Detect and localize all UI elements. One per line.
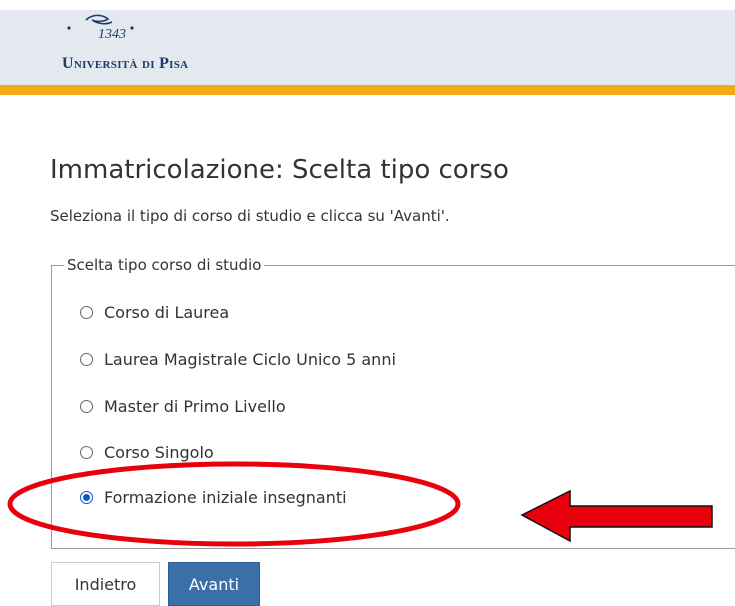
option-corso-di-laurea[interactable]: Corso di Laurea	[80, 303, 229, 322]
option-master-primo-livello[interactable]: Master di Primo Livello	[80, 397, 286, 416]
instruction-text: Seleziona il tipo di corso di studio e c…	[50, 207, 450, 225]
university-header: 1343 Università di Pisa	[0, 10, 735, 85]
option-label: Laurea Magistrale Ciclo Unico 5 anni	[104, 350, 396, 369]
radio-button-selected[interactable]	[80, 491, 93, 504]
back-button[interactable]: Indietro	[51, 562, 160, 606]
header-accent-bar	[0, 85, 735, 95]
option-label: Master di Primo Livello	[104, 397, 286, 416]
option-formazione-insegnanti[interactable]: Formazione iniziale insegnanti	[80, 488, 347, 507]
radio-button[interactable]	[80, 446, 93, 459]
option-label: Formazione iniziale insegnanti	[104, 488, 347, 507]
option-label: Corso Singolo	[104, 443, 214, 462]
radio-button[interactable]	[80, 400, 93, 413]
next-button[interactable]: Avanti	[168, 562, 260, 606]
logo-text: Università di Pisa	[62, 55, 189, 72]
radio-button[interactable]	[80, 306, 93, 319]
page-title: Immatricolazione: Scelta tipo corso	[50, 155, 509, 186]
logo-year: 1343	[98, 27, 126, 42]
fieldset-legend: Scelta tipo corso di studio	[67, 256, 262, 274]
option-label: Corso di Laurea	[104, 303, 230, 322]
option-corso-singolo[interactable]: Corso Singolo	[80, 443, 214, 462]
radio-button[interactable]	[80, 353, 93, 366]
option-laurea-magistrale[interactable]: Laurea Magistrale Ciclo Unico 5 anni	[80, 350, 396, 369]
